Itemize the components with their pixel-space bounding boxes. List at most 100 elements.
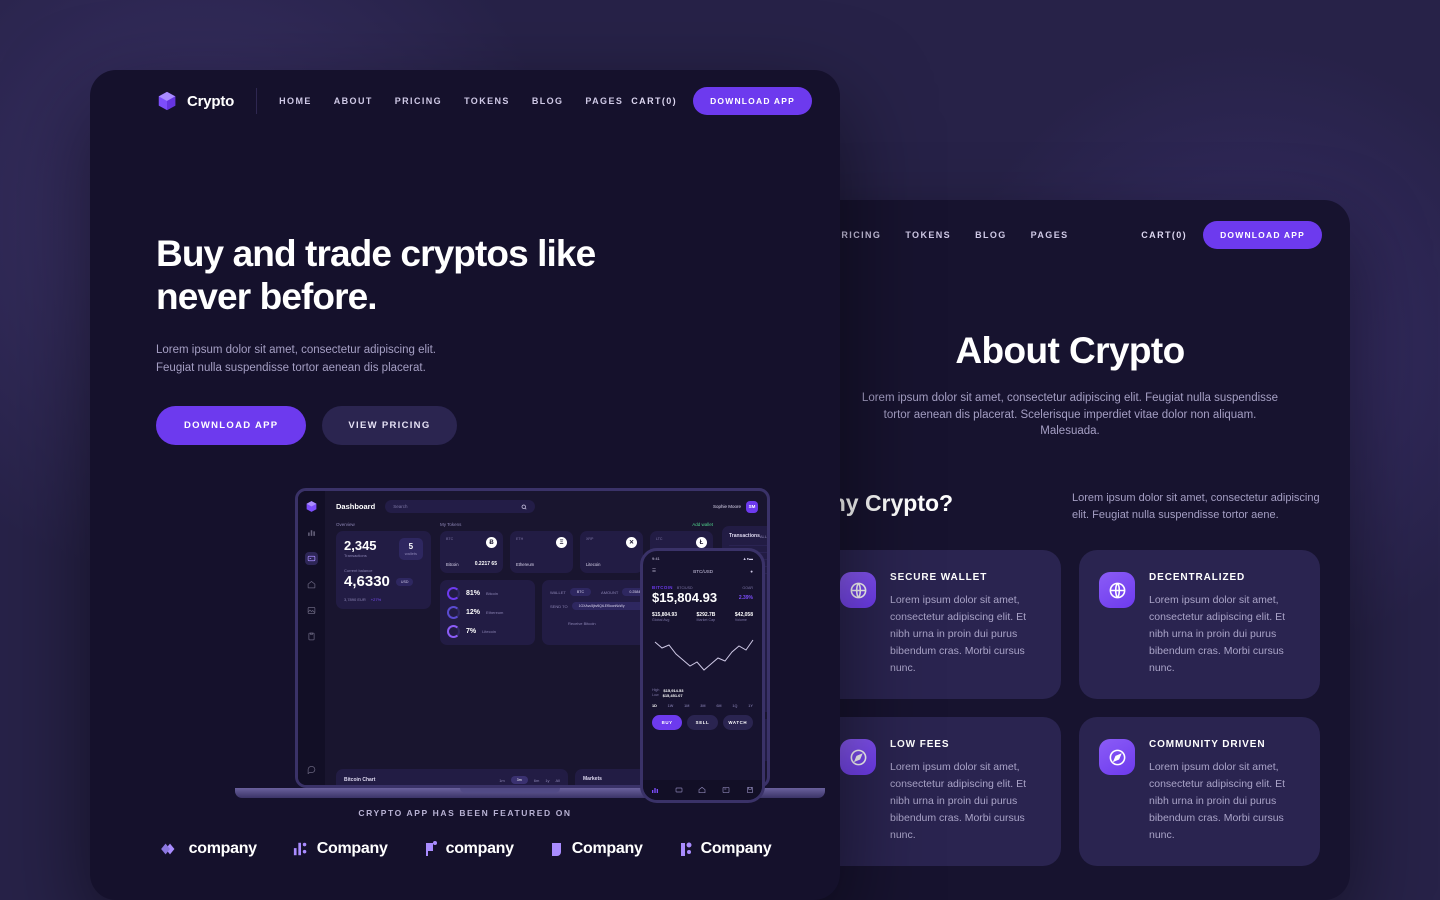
- token-name: Ethereum: [516, 562, 535, 567]
- allocation-name: Litecoin: [482, 629, 496, 634]
- token-card[interactable]: XRP ✕ Litecoin: [580, 531, 643, 573]
- dashboard-header: Dashboard Search Sophie Moore SM: [336, 500, 758, 513]
- flag-logo-icon: [425, 841, 437, 856]
- search-icon: [521, 504, 527, 510]
- nav-link-home[interactable]: HOME: [279, 96, 312, 106]
- wallet-select[interactable]: BTC: [569, 588, 592, 596]
- nav-link-pages[interactable]: PAGES: [585, 96, 623, 106]
- range-1m[interactable]: 1m: [499, 778, 505, 783]
- sidebar-item-wallet[interactable]: [305, 552, 318, 565]
- my-tokens-label: My Tokens: [440, 522, 462, 527]
- cart-link[interactable]: CART(0): [631, 96, 677, 106]
- allocation-card: 81% Bitcoin 12% Ethereum 7% Litecoin: [440, 580, 535, 645]
- transactions-all-link[interactable]: ALL: [760, 534, 767, 539]
- phone-range-1y[interactable]: 1Y: [748, 704, 753, 708]
- bitcoin-chart-title: Bitcoin Chart: [344, 777, 376, 783]
- cube-logo-icon: [158, 91, 176, 111]
- chat-icon: [307, 766, 316, 774]
- range-all[interactable]: All: [556, 778, 560, 783]
- phone-pair-selector[interactable]: BTC/USD: [693, 569, 713, 574]
- allocation-pct: 7%: [466, 628, 477, 635]
- sidebar-item-gallery[interactable]: [305, 604, 318, 617]
- partner-logo[interactable]: company: [159, 840, 257, 858]
- nav-link-pricing[interactable]: PRICING: [395, 96, 442, 106]
- about-cart-link[interactable]: CART(0): [1141, 230, 1187, 240]
- sidebar-item-analytics[interactable]: [305, 526, 318, 539]
- phone-range-3m[interactable]: 3M: [700, 704, 705, 708]
- hero-nav-links: HOME ABOUT PRICING TOKENS BLOG PAGES: [279, 96, 623, 106]
- brand[interactable]: Crypto: [156, 90, 234, 112]
- partner-logo[interactable]: company: [424, 840, 514, 858]
- about-download-app-button[interactable]: DOWNLOAD APP: [1203, 221, 1322, 249]
- about-nav-link-blog[interactable]: BLOG: [975, 230, 1007, 240]
- balance-currency[interactable]: USD: [395, 577, 414, 586]
- range-1y[interactable]: 1y: [545, 778, 549, 783]
- balance-value: 4,6330: [344, 573, 390, 590]
- token-amount: 0.2217 65: [474, 561, 497, 567]
- nav-link-about[interactable]: ABOUT: [334, 96, 373, 106]
- partner-logo[interactable]: Company: [550, 840, 643, 858]
- sidebar-item-chat[interactable]: [305, 763, 318, 776]
- search-input[interactable]: Search: [385, 500, 536, 513]
- clipboard-icon: [308, 632, 315, 641]
- menu-icon[interactable]: ☰: [652, 568, 656, 574]
- sidebar-item-home[interactable]: [305, 578, 318, 591]
- token-card[interactable]: BTC Ƀ Bitcoin 0.2217 65: [440, 531, 503, 573]
- phone-coin-sub: BTC/USD: [676, 585, 693, 590]
- about-nav-link-pricing[interactable]: PRICING: [834, 230, 881, 240]
- partner-logo[interactable]: Company: [679, 840, 772, 858]
- hero-view-pricing-button[interactable]: VIEW PRICING: [322, 405, 457, 445]
- partner-logo-label: Company: [316, 840, 388, 857]
- add-wallet-button[interactable]: Add wallet: [692, 522, 713, 527]
- wallets-label: wallets: [404, 551, 417, 556]
- range-6m[interactable]: 6m: [534, 778, 540, 783]
- overview-label: Overview: [336, 522, 355, 527]
- download-app-button[interactable]: DOWNLOAD APP: [693, 87, 812, 115]
- phone-navbar: ☰ BTC/USD ●: [643, 561, 762, 581]
- token-card[interactable]: ETH Ξ Ethereum: [510, 531, 573, 573]
- transactions-value: 2,345: [344, 538, 377, 553]
- nav-link-tokens[interactable]: TOKENS: [464, 96, 510, 106]
- phone-sell-button[interactable]: SELL: [687, 715, 718, 730]
- hero-title-line2: never before.: [156, 276, 378, 318]
- phone-range-1m[interactable]: 1M: [684, 704, 689, 708]
- feature-card[interactable]: COMMUNITY DRIVEN Lorem ipsum dolor sit a…: [1079, 717, 1320, 867]
- feature-card[interactable]: LOW FEES Lorem ipsum dolor sit amet, con…: [820, 717, 1061, 867]
- phone-buy-button[interactable]: BUY: [652, 715, 683, 730]
- sidebar-item-reports[interactable]: [305, 630, 318, 643]
- feature-card[interactable]: DECENTRALIZED Lorem ipsum dolor sit amet…: [1079, 550, 1320, 700]
- phone-time: 9:41: [652, 556, 660, 561]
- featured-section: CRYPTO APP HAS BEEN FEATURED ON company …: [90, 784, 840, 858]
- hero-nav-actions: CART(0) DOWNLOAD APP: [631, 87, 812, 115]
- donut-icon: [447, 625, 460, 638]
- range-3m[interactable]: 3m: [510, 776, 528, 784]
- nav-link-blog[interactable]: BLOG: [532, 96, 564, 106]
- allocation-row: 81% Bitcoin: [447, 587, 528, 600]
- phone-range-1q[interactable]: 1Q: [732, 704, 737, 708]
- receive-bitcoin-link[interactable]: Receive Bitcoin: [568, 621, 596, 626]
- bars-logo-icon: [293, 842, 307, 856]
- about-nav-link-tokens[interactable]: TOKENS: [905, 230, 951, 240]
- phone-range-1w[interactable]: 1W: [668, 704, 674, 708]
- ripple-icon: ✕: [626, 537, 637, 548]
- user-icon[interactable]: ●: [750, 569, 753, 574]
- balance-change: +27%: [370, 597, 382, 602]
- partner-logo[interactable]: Company: [293, 840, 388, 858]
- square-logo-icon: [551, 843, 561, 856]
- allocation-row: 7% Litecoin: [447, 625, 528, 638]
- feature-card[interactable]: SECURE WALLET Lorem ipsum dolor sit amet…: [820, 550, 1061, 700]
- hero-download-app-button[interactable]: DOWNLOAD APP: [156, 405, 307, 445]
- phone-range-6m[interactable]: 6M: [716, 704, 721, 708]
- dashboard-title: Dashboard: [336, 502, 376, 511]
- phone-watch-button[interactable]: WATCH: [722, 715, 753, 730]
- phone-range-1d[interactable]: 1D: [652, 704, 657, 708]
- transaction-row[interactable]: [729, 539, 767, 546]
- user-profile[interactable]: Sophie Moore SM: [712, 500, 758, 513]
- nav-divider: [256, 88, 258, 114]
- allocation-name: Ethereum: [486, 610, 504, 615]
- hero-panel: Crypto HOME ABOUT PRICING TOKENS BLOG PA…: [90, 70, 840, 900]
- device-mockup: Dashboard Search Sophie Moore SM Overvie…: [230, 488, 825, 828]
- user-name: Sophie Moore: [712, 504, 741, 509]
- about-nav-link-pages[interactable]: PAGES: [1031, 230, 1069, 240]
- donut-icon: [447, 606, 460, 619]
